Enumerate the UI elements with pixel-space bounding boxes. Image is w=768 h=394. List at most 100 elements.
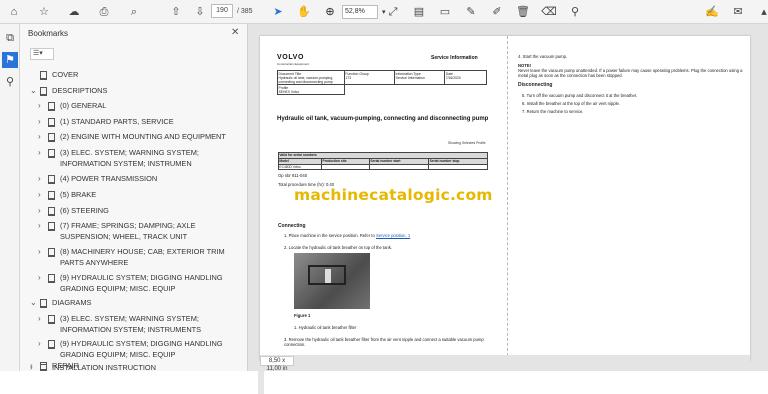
page-number-input[interactable]: 190	[211, 4, 233, 18]
chevron-right-icon[interactable]: ›	[38, 132, 46, 143]
figure-label: Figure 1	[294, 313, 311, 318]
page-indicator: 190 / 385	[211, 4, 253, 18]
zoom-control: ⊕ 52,8% ▾	[322, 4, 386, 20]
valid-serial-table: Valid for serial numbers Model Productio…	[277, 152, 488, 171]
chevron-right-icon[interactable]: ›	[38, 174, 46, 185]
comment-icon[interactable]: ▭	[437, 4, 453, 20]
navigation-strip: ⧉ ⚑ ⚲	[0, 24, 20, 371]
bookmark-icon	[40, 87, 47, 96]
step-3: 3. Remove the hydraulic oil tank breathe…	[284, 337, 484, 347]
toolbar-right-group: ✍ ✉ ▴	[704, 4, 768, 20]
scroll-mode-icon[interactable]: ▤	[411, 4, 427, 20]
page-total: / 385	[237, 7, 253, 15]
step-6: 6. Install the breather at the top of th…	[522, 101, 621, 106]
chevron-right-icon[interactable]: ›	[38, 190, 46, 201]
bookmark-icon	[48, 340, 55, 349]
stamp-icon[interactable]: ⌫	[541, 4, 557, 20]
bookmark-icon	[48, 175, 55, 184]
cursor-icon[interactable]: ➤	[270, 4, 286, 20]
bookmarks-panel: Bookmarks ✕ ☰▾ COVER ⌄ DESCRIPTIONS › (0…	[20, 24, 264, 394]
attach-icon[interactable]: ⚲	[567, 4, 583, 20]
highlight-icon[interactable]: ✐	[489, 4, 505, 20]
chevron-right-icon[interactable]: ›	[38, 247, 46, 258]
bookmark-icon	[48, 274, 55, 283]
bookmark-icon	[48, 207, 55, 216]
bookmark-icon	[48, 133, 55, 142]
breather-photo	[294, 253, 370, 309]
chevron-down-icon[interactable]: ⌄	[30, 298, 38, 309]
delete-icon[interactable]: 🗑	[515, 4, 531, 20]
bookmark-icon[interactable]: ⚑	[2, 52, 18, 68]
status-bar: 8,50 x 11,00 in	[260, 355, 750, 372]
mail-icon[interactable]: ✉	[730, 4, 746, 20]
close-icon[interactable]: ✕	[231, 27, 239, 38]
chevron-right-icon[interactable]: ›	[38, 221, 46, 232]
connecting-heading: Connecting	[278, 223, 306, 229]
fit-icon[interactable]: ⤢	[385, 4, 401, 20]
chevron-right-icon[interactable]: ›	[38, 148, 46, 159]
service-position-link[interactable]: Service position, 1	[376, 233, 410, 238]
pdf-page: VOLVO Construction Equipment Service Inf…	[260, 36, 750, 361]
showing-profile: Showing Selected Profile	[448, 141, 486, 145]
header-right: Service Information	[431, 55, 478, 61]
scroll-up-icon[interactable]: ▴	[756, 4, 768, 20]
document-viewer[interactable]: VOLVO Construction Equipment Service Inf…	[248, 24, 768, 372]
bookmark-icon	[48, 248, 55, 257]
toolbar-left-group: ⌂ ☆ ☁ ⎙ ⌕	[6, 4, 142, 20]
bookmark-icon	[48, 191, 55, 200]
logo-subtitle: Construction Equipment	[277, 62, 310, 66]
tool-group-2: ⤢ ▤ ▭ ✎ ✐ 🗑 ⌫ ⚲	[385, 4, 583, 20]
chevron-right-icon[interactable]: ›	[30, 361, 38, 372]
sign-icon[interactable]: ✍	[704, 4, 720, 20]
bookmarks-title: Bookmarks	[28, 29, 69, 38]
page-nav-group: ⇧ ⇩	[168, 4, 208, 20]
pen-icon[interactable]: ✎	[463, 4, 479, 20]
document-title: Hydraulic oil tank, vacuum-pumping, conn…	[277, 116, 489, 122]
chevron-right-icon[interactable]: ›	[38, 314, 46, 325]
zoom-in-icon[interactable]: ⊕	[322, 4, 338, 20]
hand-icon[interactable]: ✋	[296, 4, 312, 20]
step-7: 7. Return the machine to service.	[522, 109, 584, 114]
step-2: 2. Locate the hydraulic oil tank breathe…	[284, 245, 393, 250]
note-text: Never leave the vacuum pump unattended. …	[518, 68, 743, 78]
step-5: 5. Turn off the vacuum pump and disconne…	[522, 93, 638, 98]
home-icon[interactable]: ⌂	[6, 4, 22, 20]
op-number: Op nbr 911-040	[278, 173, 308, 178]
disconnecting-heading: Disconnecting	[518, 82, 553, 88]
column-divider	[507, 36, 508, 361]
chevron-right-icon[interactable]: ›	[38, 206, 46, 217]
step-4: 4. Start the vacuum pump.	[518, 54, 568, 59]
print-icon[interactable]: ⎙	[96, 4, 112, 20]
zoom-field[interactable]: 52,8%	[342, 5, 378, 19]
bookmark-icon	[48, 222, 55, 231]
arrow-down-icon[interactable]: ⇩	[192, 4, 208, 20]
bookmark-icon	[48, 315, 55, 324]
figure-caption: 1. Hydraulic oil tank breather filter	[294, 325, 357, 330]
info-table: Document Title Hydraulic oil tank, vacuum…	[277, 70, 487, 95]
bookmark-icon	[40, 71, 47, 80]
cloud-upload-icon[interactable]: ☁	[66, 4, 82, 20]
search-icon[interactable]: ⌕	[126, 4, 142, 20]
volvo-logo: VOLVO	[277, 54, 304, 61]
chevron-right-icon[interactable]: ›	[38, 101, 46, 112]
photo-breather	[325, 269, 331, 283]
watermark: machinecatalogic.com	[294, 186, 493, 204]
bookmark-list: COVER ⌄ DESCRIPTIONS › (0) GENERAL › (1)…	[20, 69, 242, 371]
bookmark-icon	[48, 102, 55, 111]
bookmark-icon	[40, 362, 47, 371]
bookmark-icon	[40, 299, 47, 308]
bookmark-options-button[interactable]: ☰▾	[30, 48, 54, 60]
step-1: 1. Place machine in the service position…	[284, 233, 411, 238]
bookmark-icon	[48, 149, 55, 158]
chevron-right-icon[interactable]: ›	[38, 117, 46, 128]
toolbar: ⌂ ☆ ☁ ⎙ ⌕ ⇧ ⇩ 190 / 385 ➤ ✋ ⊖ ⊕ 52,8% ▾ …	[0, 0, 768, 24]
bookmark-icon	[48, 118, 55, 127]
chevron-right-icon[interactable]: ›	[38, 339, 46, 350]
chevron-right-icon[interactable]: ›	[38, 273, 46, 284]
pages-icon[interactable]: ⧉	[2, 30, 18, 46]
attachment-icon[interactable]: ⚲	[2, 74, 18, 90]
star-icon[interactable]: ☆	[36, 4, 52, 20]
page-size: 8,50 x 11,00 in	[260, 356, 294, 372]
chevron-down-icon[interactable]: ⌄	[30, 86, 38, 97]
arrow-up-icon[interactable]: ⇧	[168, 4, 184, 20]
